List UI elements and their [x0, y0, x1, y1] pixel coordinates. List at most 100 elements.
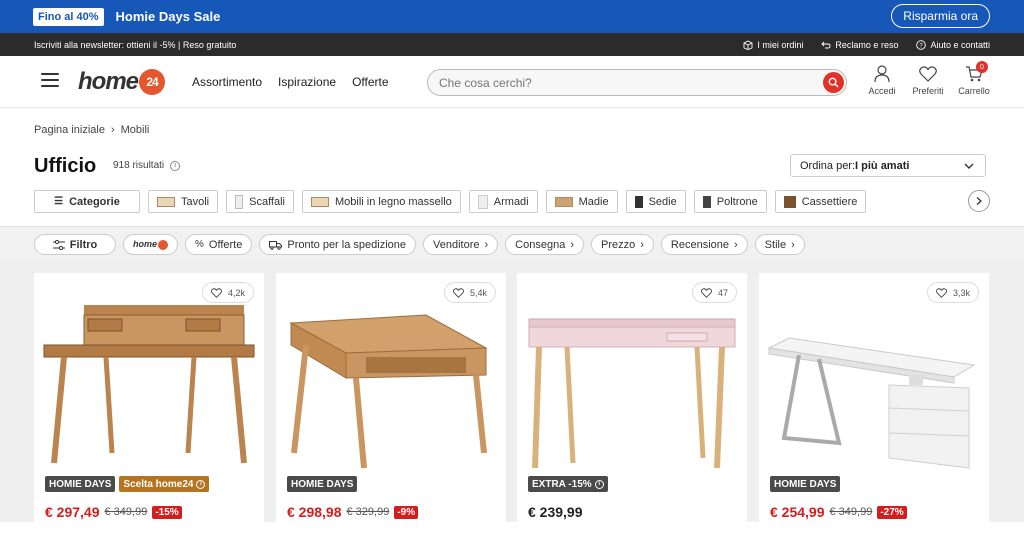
category-tavoli[interactable]: Tavoli	[148, 190, 219, 213]
category-poltrone[interactable]: Poltrone	[693, 190, 767, 213]
heart-icon	[700, 287, 712, 298]
category-armadi[interactable]: Armadi	[468, 190, 538, 213]
logo-number: 24	[139, 69, 166, 95]
like-count: 4,2k	[227, 287, 245, 298]
discount-badge: -27%	[877, 505, 907, 519]
current-price: € 254,99	[770, 504, 825, 520]
category-mobili-legno[interactable]: Mobili in legno massello	[302, 190, 461, 213]
chevron-right-icon: ›	[791, 238, 795, 251]
product-card[interactable]: 4,2k HOMIE DAYS Scelta home24 i € 297,49 …	[34, 273, 264, 533]
category-label: Cassettiere	[801, 195, 858, 208]
heart-icon	[452, 287, 464, 298]
product-card[interactable]: 47 EXTRA -15% i € 239,99	[517, 273, 747, 533]
logo[interactable]: home 24	[78, 68, 166, 96]
chip-prezzo[interactable]: Prezzo ›	[590, 234, 654, 255]
like-count: 47	[717, 287, 728, 298]
product-image-pink-desk	[528, 318, 736, 469]
nav-assortimento[interactable]: Assortimento	[192, 75, 262, 89]
search-input[interactable]	[439, 75, 809, 90]
nav-ispirazione[interactable]: Ispirazione	[278, 75, 336, 89]
chip-spedizione[interactable]: Pronto per la spedizione	[259, 234, 416, 255]
chip-consegna[interactable]: Consegna ›	[505, 234, 584, 255]
save-now-button[interactable]: Risparmia ora	[891, 4, 990, 28]
category-scaffali[interactable]: Scaffali	[226, 190, 294, 213]
category-sedie[interactable]: Sedie	[625, 190, 686, 213]
old-price: € 349,99	[104, 506, 148, 518]
wishlist-button[interactable]: Preferiti	[912, 65, 944, 96]
cart-label: Carrello	[958, 86, 990, 96]
category-thumbnail	[311, 196, 329, 207]
filter-button[interactable]: Filtro	[34, 234, 116, 255]
chip-offerte[interactable]: % Offerte	[185, 234, 253, 255]
old-price: € 329,99	[346, 506, 390, 518]
product-card[interactable]: 3,3k HOMIE DAYS € 254,99 € 349,99 -27%	[759, 273, 989, 533]
category-label: Scaffali	[249, 195, 285, 208]
category-label: Poltrone	[716, 195, 758, 208]
heart-icon	[210, 287, 222, 298]
sort-value: I più amati	[855, 159, 910, 172]
user-icon	[874, 65, 890, 83]
category-cassettiere[interactable]: Cassettiere	[774, 190, 867, 213]
breadcrumb-home[interactable]: Pagina iniziale	[34, 124, 105, 136]
account-button[interactable]: Accedi	[866, 65, 898, 96]
categories-next-button[interactable]	[968, 190, 990, 212]
newsletter-link[interactable]: Iscriviti alla newsletter: ottieni il -5…	[34, 40, 236, 50]
help-link[interactable]: ? Aiuto e contatti	[916, 40, 990, 50]
nav-offerte[interactable]: Offerte	[352, 75, 388, 89]
like-button[interactable]: 5,4k	[443, 282, 496, 303]
my-orders-label: I miei ordini	[757, 39, 804, 50]
discount-badge: -15%	[152, 505, 182, 519]
info-icon[interactable]: i	[170, 160, 181, 171]
current-price: € 239,99	[528, 504, 583, 520]
results-count: 918 risultati i	[113, 160, 181, 171]
product-image-corner-desk	[289, 314, 488, 469]
main-header: home 24 Assortimento Ispirazione Offerte…	[0, 56, 1024, 108]
search-icon	[828, 77, 839, 88]
category-label: Armadi	[493, 195, 529, 208]
product-image-white-desk	[767, 337, 976, 469]
chip-label: Recensione	[670, 238, 729, 251]
price-block: € 298,98 € 329,99 -9%	[287, 504, 419, 520]
like-count: 5,4k	[469, 287, 487, 298]
results-label: 918 risultati	[113, 160, 165, 171]
sort-prefix: Ordina per:	[800, 159, 856, 172]
like-button[interactable]: 4,2k	[201, 282, 254, 303]
product-card[interactable]: 5,4k HOMIE DAYS € 298,98 € 329,99 -9%	[276, 273, 506, 533]
like-button[interactable]: 47	[691, 282, 737, 303]
categories-button[interactable]: ☰ Categorie	[34, 190, 140, 213]
returns-link[interactable]: Reclamo e reso	[821, 40, 898, 50]
utility-bar: Iscriviti alla newsletter: ottieni il -5…	[0, 33, 1024, 56]
chevron-right-icon: ›	[640, 238, 644, 251]
chevron-right-icon: ›	[734, 238, 738, 251]
info-icon: i	[594, 479, 604, 489]
chip-stile[interactable]: Stile ›	[754, 234, 805, 255]
product-image-desk-wood	[43, 305, 255, 464]
chip-recensione[interactable]: Recensione ›	[660, 234, 748, 255]
page-title: Ufficio	[34, 155, 97, 177]
chevron-right-icon: ›	[570, 238, 574, 251]
menu-icon[interactable]	[41, 73, 59, 87]
chevron-right-icon: ›	[110, 124, 115, 136]
logo-text: home	[78, 68, 139, 95]
chip-label: Consegna	[515, 238, 566, 251]
chip-venditore[interactable]: Venditore ›	[423, 234, 499, 255]
product-grid: 4,2k HOMIE DAYS Scelta home24 i € 297,49 …	[0, 262, 1024, 533]
promo-badge: Fino al 40%	[33, 7, 104, 26]
price-block: € 254,99 € 349,99 -27%	[770, 504, 907, 520]
sort-dropdown[interactable]: Ordina per: I più amati	[790, 154, 986, 177]
old-price: € 349,99	[829, 506, 873, 518]
search-bar	[427, 69, 847, 96]
cart-button[interactable]: 0 Carrello	[958, 61, 990, 96]
category-madie[interactable]: Madie	[545, 190, 618, 213]
chevron-down-icon	[964, 163, 974, 169]
chip-home24[interactable]: home	[123, 234, 179, 255]
price-block: € 239,99	[528, 504, 583, 520]
my-orders-link[interactable]: I miei ordini	[743, 40, 803, 50]
homie-days-badge: HOMIE DAYS	[287, 476, 358, 492]
list-icon: ☰	[54, 196, 64, 207]
filter-bar: Filtro home % Offerte Pronto per la sped…	[0, 226, 1024, 262]
search-button[interactable]	[823, 72, 844, 93]
breadcrumb-mobili[interactable]: Mobili	[121, 124, 150, 136]
like-button[interactable]: 3,3k	[926, 282, 979, 303]
current-price: € 297,49	[45, 504, 100, 520]
